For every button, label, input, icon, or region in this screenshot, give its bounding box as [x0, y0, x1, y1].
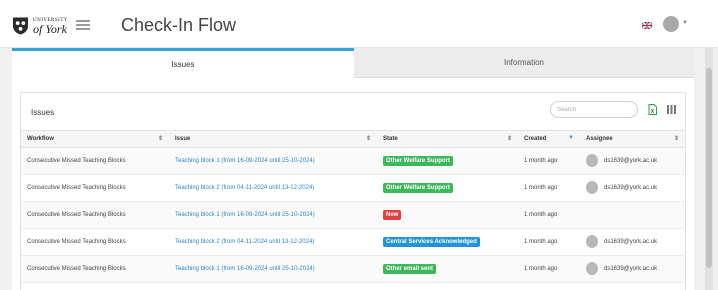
workflow-cell: Consecutive Missed Teaching Blocks [21, 174, 169, 202]
issue-link[interactable]: Teaching block 2 (from 04-11-2024 until … [175, 185, 314, 191]
workflow-cell: Consecutive Missed Teaching Blocks [21, 147, 169, 175]
avatar [586, 181, 598, 194]
excel-export-icon[interactable] [648, 104, 657, 115]
university-logo[interactable]: UNIVERSITY of York [12, 14, 68, 38]
state-badge: New [383, 209, 402, 220]
sort-icon: ⇕ [365, 136, 371, 142]
table-row[interactable]: Consecutive Missed Teaching Blocks Teach… [21, 147, 685, 175]
user-avatar[interactable] [663, 16, 679, 32]
sort-desc-icon: ▼ [568, 135, 574, 141]
column-header-state[interactable]: State ⇕ [377, 131, 518, 148]
sort-icon: ⇕ [673, 136, 679, 142]
column-label: Workflow [27, 135, 54, 142]
menu-icon-bar [76, 28, 90, 30]
state-badge: Other Welfare Support [383, 155, 453, 166]
column-label: Created [524, 135, 547, 142]
top-navbar: UNIVERSITY of York Check-In Flow ▼ [0, 0, 718, 48]
column-header-created[interactable]: Created ▼ [518, 131, 580, 148]
main-content: Issues Information Issues Workflow ⇕ [12, 48, 694, 290]
created-cell: 1 month ago [518, 201, 580, 229]
sort-icon: ⇕ [157, 136, 163, 142]
menu-icon[interactable] [76, 20, 90, 30]
state-badge: Other Welfare Support [383, 182, 453, 193]
sort-icon: ⇕ [506, 136, 512, 142]
tab-information[interactable]: Information [354, 48, 694, 78]
assignee-cell: ds1639@york.ac.uk [586, 262, 685, 275]
table-row[interactable]: Consecutive Missed Teaching Blocks Teach… [21, 201, 685, 229]
crest-icon [12, 17, 29, 35]
column-header-issue[interactable]: Issue ⇕ [169, 131, 377, 148]
search-input[interactable] [550, 101, 638, 118]
column-label: Issue [175, 135, 191, 142]
issue-link[interactable]: Teaching block 1 (from 16-09-2024 until … [175, 212, 315, 218]
chevron-down-icon[interactable]: ▼ [682, 20, 688, 26]
columns-icon[interactable] [667, 105, 676, 114]
logo-wordmark: UNIVERSITY of York [33, 18, 68, 35]
menu-icon-bar [76, 24, 90, 26]
assignee-email: ds1639@york.ac.uk [604, 238, 658, 245]
page-title: Check-In Flow [121, 15, 237, 35]
assignee-cell: ds1639@york.ac.uk [586, 154, 685, 167]
created-cell: 1 month ago [518, 228, 580, 256]
workflow-cell: Consecutive Missed Teaching Blocks [21, 228, 169, 256]
scrollbar-thumb[interactable] [706, 68, 712, 268]
issues-table: Workflow ⇕ Issue ⇕ State ⇕ Created ▼ Assigne… [21, 131, 685, 283]
created-cell: 1 month ago [518, 255, 580, 283]
panel-title: Issues [31, 108, 55, 117]
assignee-email: ds1639@york.ac.uk [604, 184, 658, 191]
issue-link[interactable]: Teaching block 2 (from 04-11-2024 until … [175, 239, 314, 245]
logo-line-2: of York [33, 21, 67, 36]
assignee-cell: ds1639@york.ac.uk [586, 235, 685, 248]
avatar [586, 235, 598, 248]
issues-panel: Issues Workflow ⇕ Issue ⇕ State ⇕ [20, 92, 686, 290]
uk-flag-icon[interactable] [642, 22, 652, 29]
column-header-workflow[interactable]: Workflow ⇕ [21, 131, 169, 148]
created-cell: 1 month ago [518, 147, 580, 175]
table-header-row: Workflow ⇕ Issue ⇕ State ⇕ Created ▼ Assigne… [21, 131, 685, 148]
avatar [586, 262, 598, 275]
assignee-email: ds1639@york.ac.uk [604, 157, 658, 164]
table-row[interactable]: Consecutive Missed Teaching Blocks Teach… [21, 228, 685, 256]
column-label: State [383, 135, 398, 142]
panel-header: Issues [21, 93, 685, 131]
avatar [586, 154, 598, 167]
workflow-cell: Consecutive Missed Teaching Blocks [21, 201, 169, 229]
tab-issues[interactable]: Issues [12, 48, 354, 78]
column-header-assignee[interactable]: Assignee ⇕ [580, 131, 685, 148]
assignee-email: ds1639@york.ac.uk [604, 265, 658, 272]
state-badge: Other email sent [383, 263, 437, 274]
table-row[interactable]: Consecutive Missed Teaching Blocks Teach… [21, 255, 685, 283]
issue-link[interactable]: Teaching block 1 (from 16-09-2024 until … [175, 266, 315, 272]
table-row[interactable]: Consecutive Missed Teaching Blocks Teach… [21, 174, 685, 202]
column-label: Assignee [586, 135, 613, 142]
assignee-cell [580, 201, 685, 229]
created-cell: 1 month ago [518, 174, 580, 202]
page-scrollbar[interactable] [705, 48, 713, 290]
state-badge: Central Services Acknowledged [383, 236, 480, 247]
issue-link[interactable]: Teaching block 1 (from 16-09-2024 until … [175, 158, 315, 164]
workflow-cell: Consecutive Missed Teaching Blocks [21, 255, 169, 283]
assignee-cell: ds1639@york.ac.uk [586, 181, 685, 194]
menu-icon-bar [76, 20, 90, 22]
